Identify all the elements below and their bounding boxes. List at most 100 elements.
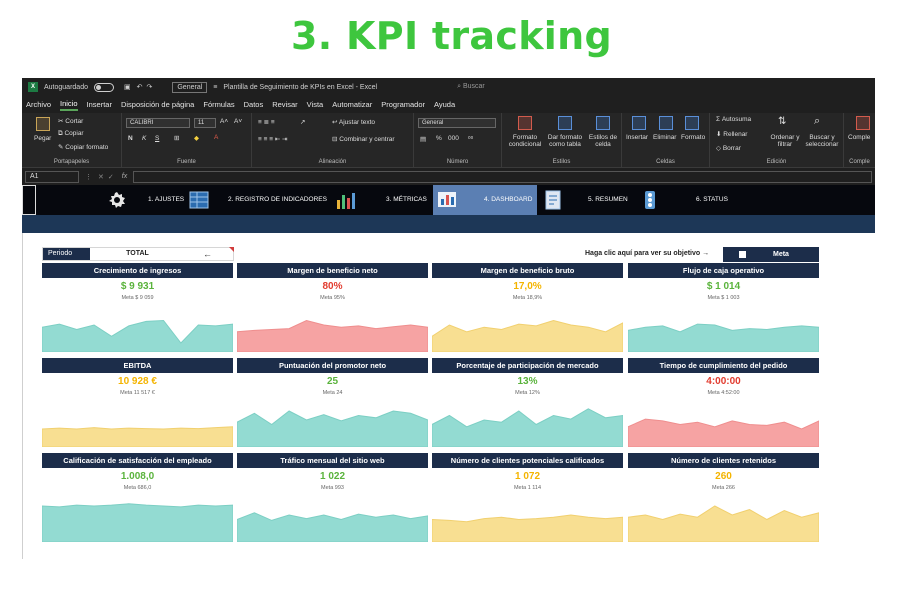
copy-button[interactable]: ⧉ Copiar xyxy=(58,130,84,138)
decimals-icon[interactable]: ⁰⁰ xyxy=(468,135,473,143)
tab-archivo[interactable]: Archivo xyxy=(26,100,51,109)
kpi-sparkline xyxy=(432,408,623,447)
kpi-value: 1.008,0 xyxy=(120,471,155,482)
insert-button[interactable]: Insertar xyxy=(626,134,648,141)
quick-format-select[interactable]: General xyxy=(172,81,208,93)
wrap-icon: ↩ xyxy=(332,119,339,126)
borders-icon[interactable]: ⊞ xyxy=(174,134,179,142)
cell-styles-button[interactable]: Estilos de celda xyxy=(586,134,620,148)
bold-button[interactable]: N xyxy=(128,135,133,142)
nav-status[interactable]: 6. STATUS xyxy=(696,185,728,215)
paste-button[interactable]: Pegar xyxy=(34,135,51,142)
grow-font-icon[interactable]: A˄ xyxy=(220,118,228,125)
enter-icon[interactable]: ✓ xyxy=(108,173,114,181)
thousands-button[interactable]: 000 xyxy=(448,135,459,142)
cancel-icon[interactable]: ✕ xyxy=(98,173,104,181)
conditional-format-button[interactable]: Formato condicional xyxy=(506,134,544,148)
fill-color-icon[interactable]: ◆ xyxy=(194,134,199,142)
delete-cells-icon[interactable] xyxy=(659,116,673,130)
tab-disposicion[interactable]: Disposición de página xyxy=(121,100,194,109)
delete-button[interactable]: Eliminar xyxy=(653,134,676,141)
period-selector[interactable]: Periodo TOTAL ← xyxy=(42,247,234,261)
autosave-toggle[interactable] xyxy=(93,82,114,92)
nav-metricas[interactable]: 3. MÉTRICAS xyxy=(386,185,427,215)
addins-icon[interactable] xyxy=(856,116,870,130)
currency-icon[interactable]: ▤ xyxy=(420,135,426,143)
kpi-value: 1 022 xyxy=(319,471,346,482)
search-box[interactable]: ⌕ Buscar xyxy=(457,83,485,91)
italic-button[interactable]: K xyxy=(142,135,146,142)
meta-toggle-button[interactable]: Meta xyxy=(723,247,819,262)
find-label-1: Buscar y xyxy=(809,134,835,141)
insert-cells-icon[interactable] xyxy=(632,116,646,130)
tab-ayuda[interactable]: Ayuda xyxy=(434,100,455,109)
number-format-select[interactable]: General xyxy=(418,118,496,128)
name-box[interactable]: A1 xyxy=(25,170,79,183)
clear-button[interactable]: ◇ Borrar xyxy=(716,144,741,152)
insert-function-button[interactable]: fx xyxy=(122,173,127,180)
nav-ajustes[interactable]: 1. AJUSTES xyxy=(148,185,184,215)
kpi-card: Margen de beneficio bruto 17,0% Meta 18,9% xyxy=(432,263,623,352)
clipboard-group: Pegar ✂ Cortar ⧉ Copiar ✎ Copiar formato… xyxy=(22,113,122,167)
sparkline-area xyxy=(628,505,819,542)
save-icon[interactable]: ▣ xyxy=(124,83,131,91)
find-icon[interactable]: ⌕ xyxy=(814,115,820,128)
paste-icon[interactable] xyxy=(36,117,50,131)
alignment-group-label: Alineación xyxy=(318,159,347,165)
redo-icon[interactable]: ↷ xyxy=(146,83,152,91)
orientation-icon[interactable]: ↗ xyxy=(300,118,305,126)
tab-automatizar[interactable]: Automatizar xyxy=(332,100,372,109)
period-value[interactable]: TOTAL xyxy=(90,248,185,260)
undo-icon[interactable]: ↶ xyxy=(137,83,143,91)
kpi-target: Meta 12% xyxy=(515,390,540,396)
format-cells-icon[interactable] xyxy=(685,116,699,130)
sparkline-area xyxy=(42,319,233,352)
align-left-icon[interactable]: ≡ ≡ ≡ ⇤ ⇥ xyxy=(258,135,288,143)
nav-resumen[interactable]: 5. RESUMEN xyxy=(588,185,628,215)
copy-format-button[interactable]: ✎ Copiar formato xyxy=(58,143,108,151)
page-headline: 3. KPI tracking xyxy=(291,14,612,58)
kpi-title: EBITDA xyxy=(42,358,233,373)
tab-formulas[interactable]: Fórmulas xyxy=(203,100,234,109)
sort-filter-icon[interactable]: ⇅ xyxy=(778,116,786,127)
underline-button[interactable]: S xyxy=(155,135,159,142)
cell-styles-icon[interactable] xyxy=(596,116,610,130)
merge-center-button[interactable]: ⊟ Combinar y centrar xyxy=(332,135,395,143)
nav-dashboard[interactable]: 4. DASHBOARD xyxy=(433,185,537,215)
tab-revisar[interactable]: Revisar xyxy=(272,100,297,109)
percent-button[interactable]: % xyxy=(436,135,442,142)
tab-inicio[interactable]: Inicio xyxy=(60,99,78,111)
kpi-card: Número de clientes potenciales calificad… xyxy=(432,453,623,542)
formula-input[interactable] xyxy=(133,170,872,183)
align-top-icon[interactable]: ≡ ≣ ≡ xyxy=(258,118,275,126)
kpi-title: Número de clientes potenciales calificad… xyxy=(432,453,623,468)
autosum-button[interactable]: Σ Autosuma xyxy=(716,116,751,123)
sort-filter-button[interactable]: Ordenar y filtrar xyxy=(768,134,802,148)
wrap-text-button[interactable]: ↩ Ajustar texto xyxy=(332,118,375,126)
table-format-icon[interactable] xyxy=(558,116,572,130)
find-select-button[interactable]: Buscar y seleccionar xyxy=(802,134,842,148)
tab-programador[interactable]: Programador xyxy=(381,100,425,109)
kpi-sparkline xyxy=(237,319,428,352)
cut-button[interactable]: ✂ Cortar xyxy=(58,117,83,125)
font-color-icon[interactable]: A xyxy=(214,134,218,141)
font-size-select[interactable]: 11 xyxy=(194,118,216,128)
shrink-font-icon[interactable]: A˅ xyxy=(234,118,242,125)
nav-registro[interactable]: 2. REGISTRO DE INDICADORES xyxy=(228,185,327,215)
kpi-card: EBITDA 10 928 € Meta 11 517 € xyxy=(42,358,233,447)
qat-more-icon[interactable]: ≡ xyxy=(213,84,217,91)
fill-button[interactable]: ⬇ Rellenar xyxy=(716,130,747,138)
table-format-button[interactable]: Dar formato como tabla xyxy=(546,134,584,148)
selected-cell[interactable] xyxy=(22,185,36,215)
kpi-value: $ 9 931 xyxy=(120,281,155,292)
tab-datos[interactable]: Datos xyxy=(244,100,264,109)
tab-insertar[interactable]: Insertar xyxy=(87,100,112,109)
font-name-select[interactable]: CALIBRI xyxy=(126,118,190,128)
sort-label-2: filtrar xyxy=(777,141,793,148)
complements-button[interactable]: Comple xyxy=(848,134,870,141)
kpi-sparkline xyxy=(628,505,819,542)
tab-vista[interactable]: Vista xyxy=(307,100,324,109)
format-button[interactable]: Formato xyxy=(681,134,705,141)
kpi-value: $ 1 014 xyxy=(706,281,741,292)
conditional-format-icon[interactable] xyxy=(518,116,532,130)
